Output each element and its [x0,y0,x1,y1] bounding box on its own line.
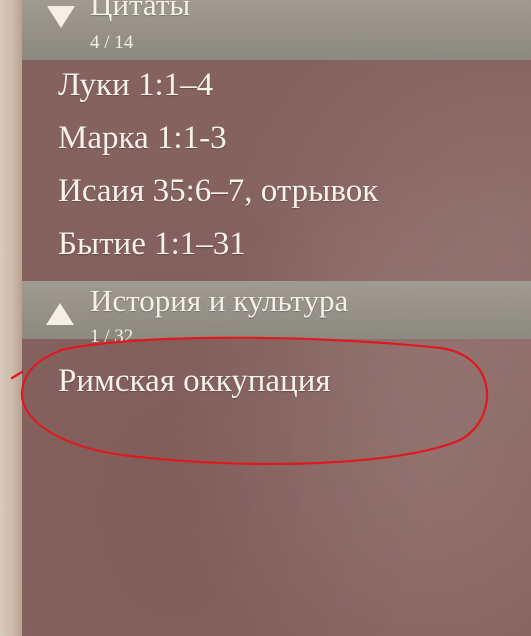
list-item[interactable]: Марка 1:1-3 [58,122,227,155]
list-item[interactable]: Луки 1:1–4 [58,69,213,102]
list-item[interactable]: Римская оккупация [58,365,331,398]
page-edge [0,0,22,636]
list-item[interactable]: Исаия 35:6–7, отрывок [58,175,378,208]
list-item[interactable]: Бытие 1:1–31 [58,228,246,261]
section-title-quotes: Цитаты [90,0,191,22]
section-title-history-culture: История и культура [90,283,349,318]
section-count-history-culture: 1 / 32 [90,326,134,347]
section-count-quotes: 4 / 14 [90,32,134,53]
triangle-up-icon[interactable] [46,303,74,325]
triangle-down-icon[interactable] [47,6,75,28]
